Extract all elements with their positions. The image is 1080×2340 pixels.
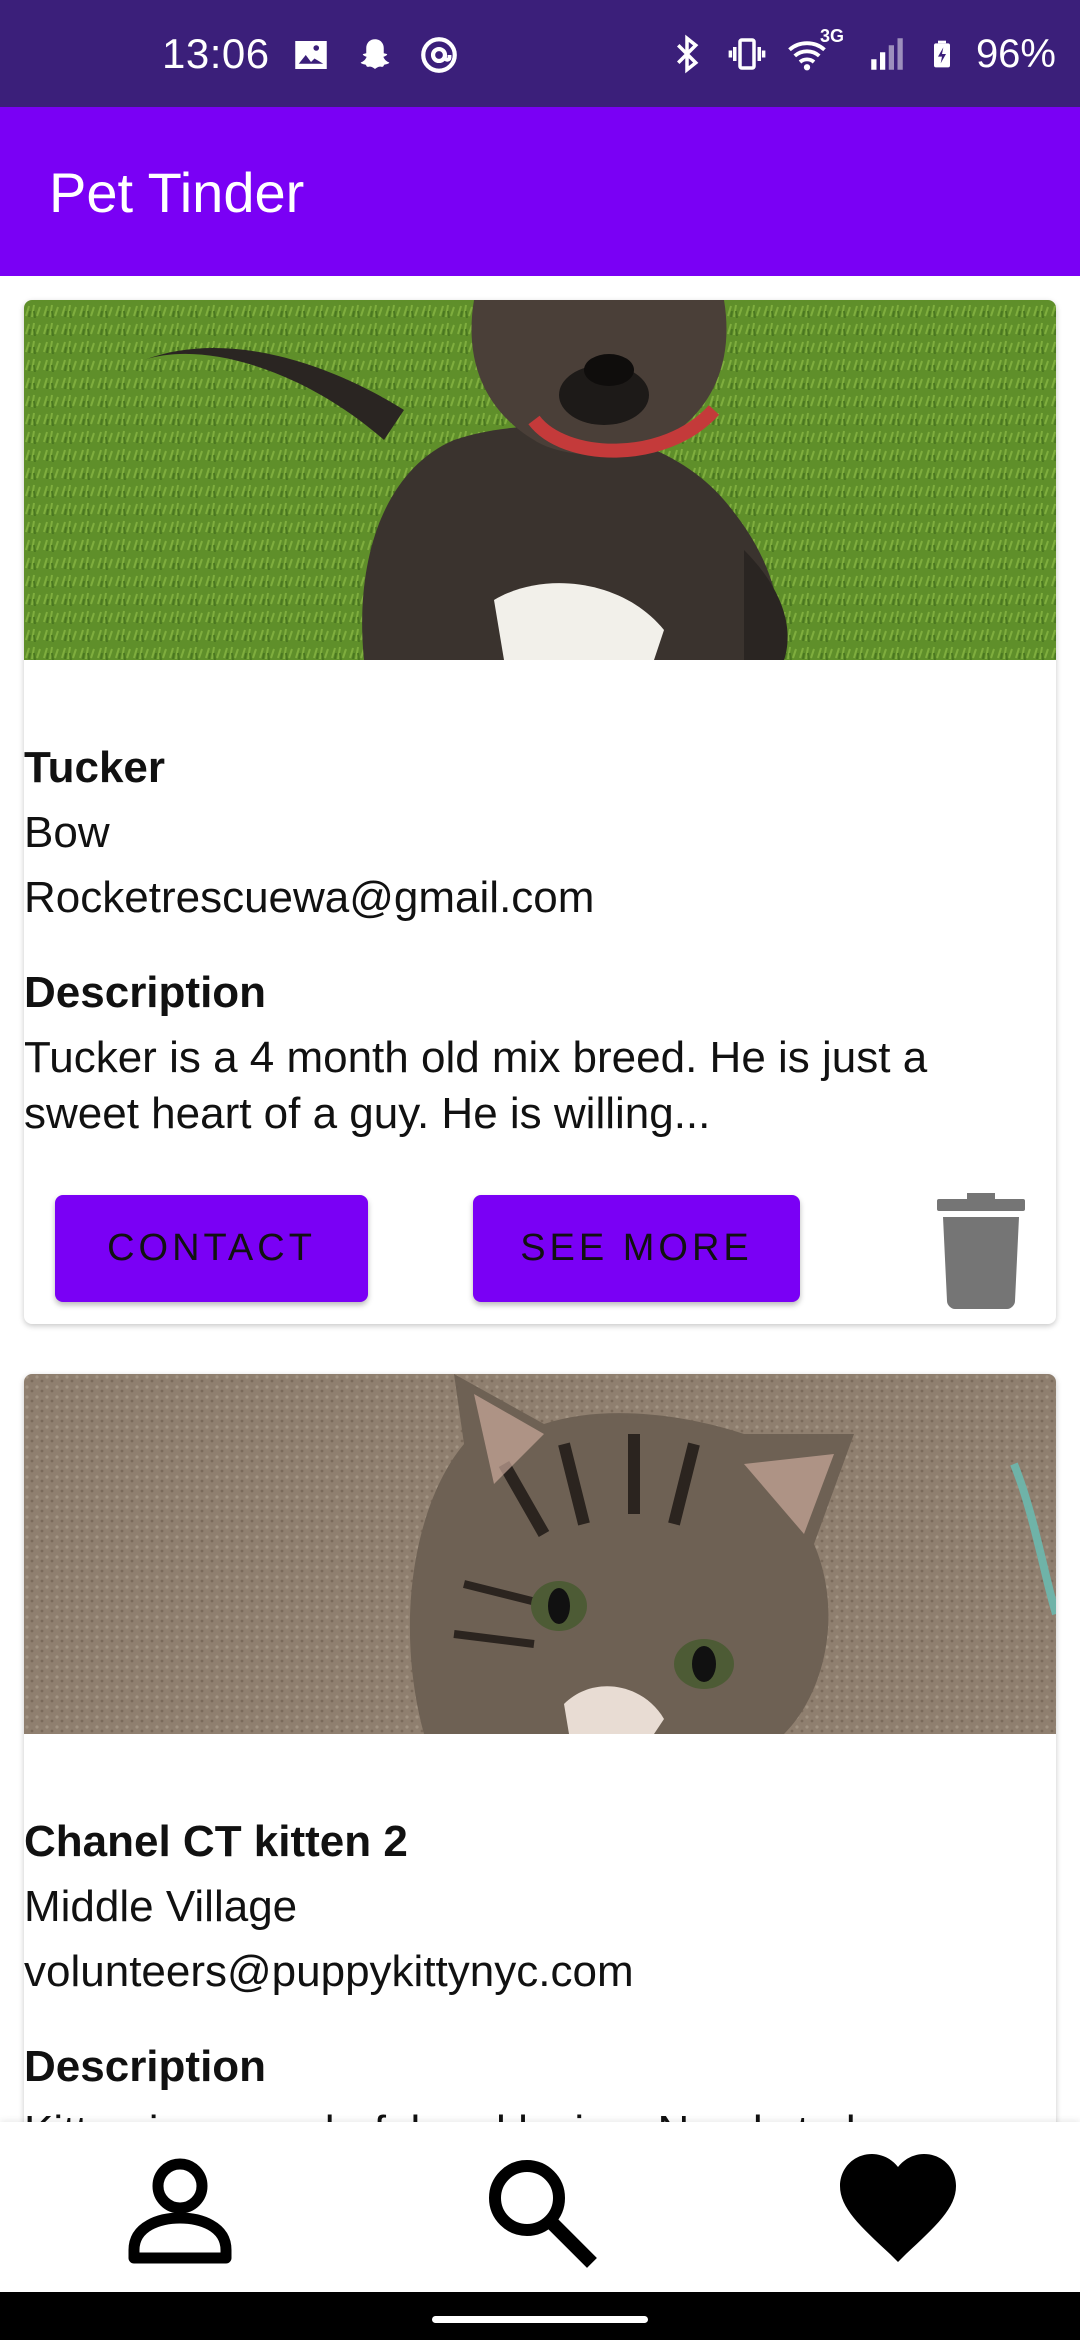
- pet-card[interactable]: Chanel CT kitten 2 Middle Village volunt…: [24, 1374, 1056, 2122]
- pet-location: Bow: [24, 808, 110, 857]
- pet-list[interactable]: Tucker Bow Rocketrescuewa@gmail.com Desc…: [0, 276, 1080, 2122]
- image-icon: [295, 41, 327, 69]
- app-title: Pet Tinder: [49, 161, 305, 224]
- status-system-icons: 3G 96%: [666, 26, 1056, 80]
- nav-favorites[interactable]: [838, 2150, 958, 2270]
- pet-name: Tucker: [24, 743, 166, 792]
- pet-photo: [24, 1374, 1056, 1734]
- home-gesture-handle[interactable]: [432, 2316, 648, 2323]
- system-gesture-bar: [0, 2292, 1080, 2340]
- status-bar: 13:06 3G 96%: [0, 0, 1080, 107]
- description-heading: Description: [24, 968, 267, 1017]
- pet-email: volunteers@puppykittynyc.com: [24, 1947, 634, 1996]
- snapchat-icon: [360, 39, 390, 69]
- bottom-navigation: [0, 2122, 1080, 2292]
- at-sign-icon: [421, 37, 457, 73]
- signal-icon: [871, 38, 903, 70]
- nav-search[interactable]: [479, 2150, 599, 2270]
- profile-icon: [128, 2158, 232, 2264]
- delete-icon[interactable]: [933, 1193, 1029, 1309]
- description-text: Tucker is a 4 month old mix breed. He is…: [24, 1033, 928, 1138]
- app-screen: 13:06 3G 96% Pet Tinder Tucker Bow Rocke…: [0, 0, 1080, 2340]
- bluetooth-icon: [676, 34, 699, 74]
- see-more-button[interactable]: SEE MORE: [473, 1195, 800, 1302]
- pet-photo: [24, 300, 1056, 660]
- vibrate-icon: [728, 38, 766, 70]
- wifi-status: 3G: [786, 26, 848, 78]
- status-time: 13:06: [162, 30, 270, 77]
- description-heading: Description: [24, 2042, 267, 2091]
- battery-charging-icon: [933, 40, 950, 68]
- network-type: 3G: [819, 26, 844, 46]
- pet-card[interactable]: Tucker Bow Rocketrescuewa@gmail.com Desc…: [24, 300, 1056, 1324]
- dog-photo-illustration: [24, 300, 1056, 660]
- status-notification-icons: [290, 30, 460, 80]
- app-bar: Pet Tinder: [0, 107, 1080, 276]
- kitten-photo-illustration: [24, 1374, 1056, 1734]
- contact-button[interactable]: CONTACT: [55, 1195, 368, 1302]
- pet-name: Chanel CT kitten 2: [24, 1817, 408, 1866]
- search-icon: [489, 2160, 597, 2268]
- pet-email: Rocketrescuewa@gmail.com: [24, 873, 595, 922]
- battery-percent: 96%: [975, 32, 1056, 76]
- heart-icon: [840, 2154, 956, 2262]
- nav-profile[interactable]: [120, 2150, 240, 2270]
- pet-location: Middle Village: [24, 1882, 298, 1931]
- description-text: Kitten is a wonderful and loving. Needs …: [24, 2104, 1034, 2122]
